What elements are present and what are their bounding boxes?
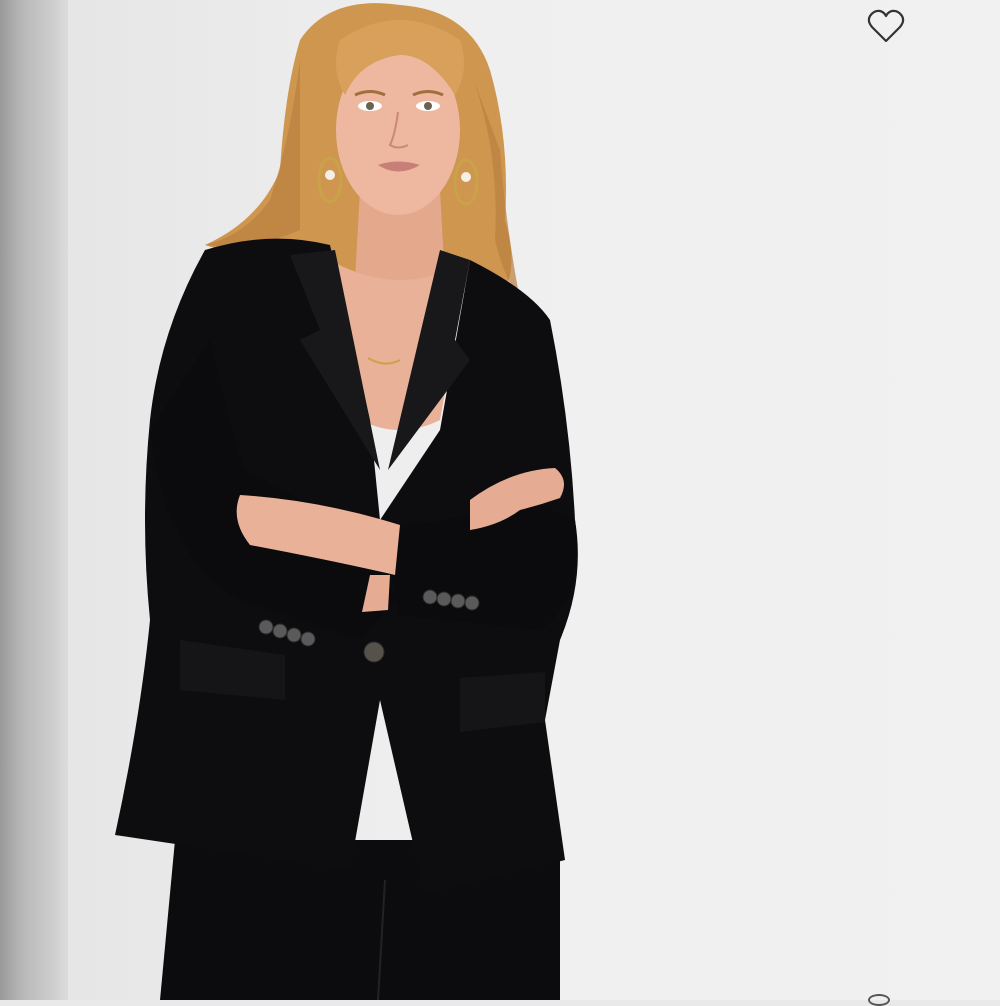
product-image [68, 0, 1000, 1000]
carousel-dot-icon[interactable] [868, 994, 890, 1006]
favorite-button[interactable] [862, 4, 910, 48]
image-gutter [0, 0, 68, 1000]
heart-outline-icon [867, 9, 905, 43]
product-photo-illustration [115, 3, 578, 1000]
